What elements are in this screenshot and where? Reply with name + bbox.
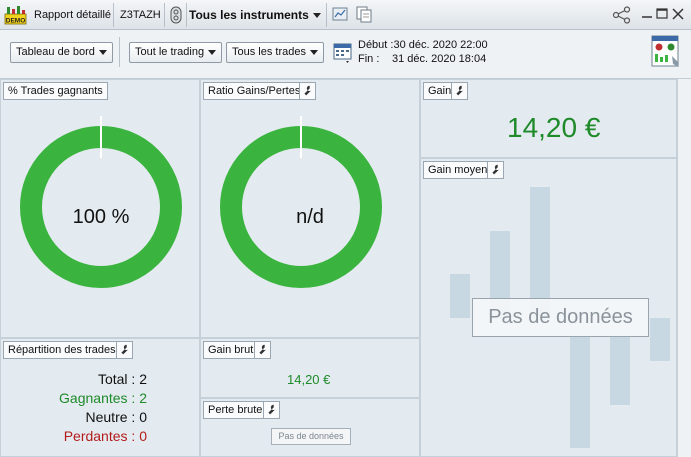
ratio-title: Ratio Gains/Pertes [203,82,306,100]
placeholder-bar [450,274,470,318]
dashboard-config-icon[interactable] [650,34,682,70]
trading-label: Tout le trading [135,46,205,58]
ratio-panel: Ratio Gains/Pertes n/d [200,79,420,338]
account-id[interactable]: Z3TAZH [120,4,161,26]
demo-account-icon: DEMO [4,6,27,25]
calendar-icon[interactable] [333,42,353,64]
right-scroll-edge [677,79,691,457]
gain-value: 14,20 € [507,112,601,143]
gain-panel: Gain 14,20 € [420,79,677,158]
neutral-value: 0 [139,409,147,425]
chevron-down-icon [312,13,321,19]
wrench-icon[interactable] [299,82,316,100]
winning-value: 2 [139,390,147,406]
chart-window-icon[interactable] [332,7,348,22]
win-rate-value: 100 % [72,206,130,228]
wrench-icon[interactable] [254,341,271,359]
win-rate-title: % Trades gagnants [3,82,108,100]
gain-title-text: Gain [428,85,452,97]
winning-row: Gagnantes : 2 [1,390,147,406]
chevron-down-icon [208,49,217,55]
chevron-down-icon [98,49,107,55]
gross-gain-panel: Gain brut 14,20 € [200,338,420,398]
wrench-icon[interactable] [451,82,468,100]
placeholder-bar [610,336,630,405]
date-range: Début :30 déc. 2020 22:00 Fin : 31 déc. 2… [358,38,488,66]
gross-gain-title-text: Gain brut [208,344,254,356]
placeholder-bar [650,318,670,361]
instrument-selector[interactable]: Tous les instruments [189,4,321,26]
neutral-row: Neutre : 0 [1,409,148,425]
avg-gain-title: Gain moyen [423,161,493,179]
trades-label: Tous les trades [232,46,306,58]
dashboard-dropdown[interactable]: Tableau de bord [10,42,113,63]
report-title: Rapport détaillé [34,9,112,21]
win-rate-title-text: % Trades gagnants [8,85,103,97]
gross-gain-value: 14,20 € [287,372,331,387]
trading-dropdown[interactable]: Tout le trading [129,42,223,63]
losing-row: Perdantes : 0 [1,428,147,444]
total-row: Total : 2 [1,371,147,387]
instrument-label: Tous les instruments [189,8,309,22]
link-icon[interactable] [169,6,183,24]
chevron-down-icon [309,49,318,55]
start-date: 30 déc. 2020 22:00 [393,39,488,51]
winning-label: Gagnantes : [59,390,136,406]
distribution-title-text: Répartition des trades [8,344,116,356]
wrench-icon[interactable] [487,161,504,179]
distribution-panel: Répartition des trades Total : 2 Gagnant… [0,338,200,457]
distribution-title: Répartition des trades [3,341,121,359]
copy-icon[interactable] [356,6,372,23]
end-date: 31 déc. 2020 18:04 [392,53,487,65]
share-icon[interactable] [612,6,631,24]
placeholder-bar [570,336,590,448]
losing-value: 0 [139,428,147,444]
ratio-value: n/d [296,206,324,228]
maximize-icon[interactable] [655,6,669,22]
gross-loss-title-text: Perte brute [208,404,263,416]
total-value: 2 [139,371,147,387]
gross-loss-no-data: Pas de données [271,428,351,445]
total-label: Total : [97,371,136,387]
losing-label: Perdantes : [63,428,136,444]
win-rate-panel: % Trades gagnants 100 % [0,79,200,338]
minimize-icon[interactable] [640,6,654,22]
end-label: Fin : [358,53,380,65]
svg-text:DEMO: DEMO [6,18,26,25]
wrench-icon[interactable] [116,341,133,359]
title-bar: DEMO Rapport détaillé Z3TAZH Tous les in… [0,0,691,30]
avg-gain-title-text: Gain moyen [428,164,488,176]
start-label: Début : [358,39,394,51]
neutral-label: Neutre : [85,409,136,425]
avg-gain-no-data: Pas de données [472,298,649,337]
toolbar: Tableau de bord Tout le trading Tous les… [0,30,691,79]
trades-dropdown[interactable]: Tous les trades [226,42,324,63]
close-icon[interactable] [671,6,685,22]
wrench-icon[interactable] [263,401,280,419]
gross-gain-title: Gain brut [203,341,259,359]
dashboard-label: Tableau de bord [16,46,95,58]
gross-loss-title: Perte brute [203,401,268,419]
ratio-title-text: Ratio Gains/Pertes [208,85,301,97]
